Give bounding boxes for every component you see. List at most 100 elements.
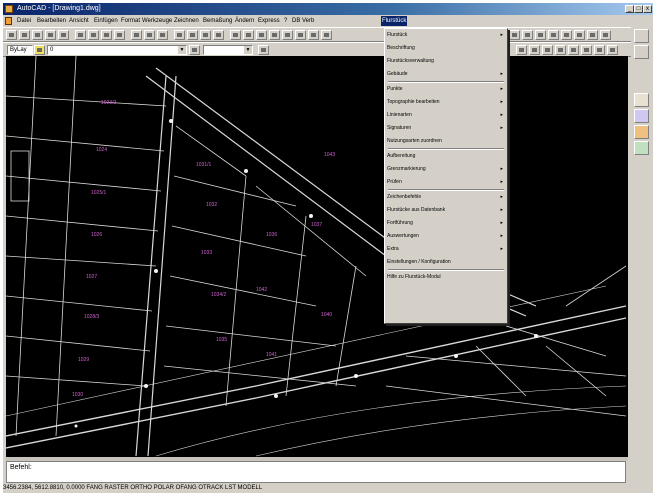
cut-icon[interactable] — [75, 30, 86, 40]
dropdown-item[interactable]: Einstellungen / Konfiguration — [387, 259, 505, 266]
linetype-combo[interactable]: 0 ▼ — [47, 45, 187, 55]
dropdown-item[interactable]: Extra ▸ — [387, 246, 505, 253]
hyperlink-icon[interactable] — [157, 30, 168, 40]
parcel-label: 1030 — [72, 392, 83, 398]
polyline-tool-icon[interactable] — [634, 45, 649, 59]
preview-icon[interactable] — [58, 30, 69, 40]
open-file-icon[interactable] — [19, 30, 30, 40]
redraw-icon[interactable] — [568, 45, 579, 55]
menu-format[interactable]: Format — [120, 16, 141, 26]
tool-palettes-icon[interactable] — [308, 30, 319, 40]
close-button[interactable]: x — [643, 5, 652, 13]
dropdown-item[interactable]: Prüfen ▸ — [387, 179, 505, 186]
menu-datei[interactable]: Datei — [16, 16, 32, 26]
menu-help[interactable]: ? — [283, 16, 288, 26]
area-icon[interactable] — [535, 30, 546, 40]
dropdown-item-label: Signaturen — [387, 125, 412, 131]
list-icon[interactable] — [561, 30, 572, 40]
submenu-arrow-icon: ▸ — [500, 194, 503, 200]
match-properties-icon[interactable] — [114, 30, 125, 40]
pan-realtime-icon[interactable] — [230, 30, 241, 40]
undo-icon[interactable] — [131, 30, 142, 40]
area-icon[interactable] — [594, 45, 605, 55]
dropdown-item[interactable]: Gebäude ▸ — [387, 71, 505, 78]
zoom-window-icon[interactable] — [256, 30, 267, 40]
dropdown-item[interactable]: Flurstücksverwaltung — [387, 58, 505, 65]
submenu-arrow-icon: ▸ — [500, 112, 503, 118]
layer-combo[interactable]: ByLay — [7, 45, 33, 55]
dropdown-item[interactable]: Grenzmarkierung ▸ — [387, 166, 505, 173]
dropdown-item[interactable]: Flurstück ▸ — [387, 32, 505, 39]
menu-bemassung[interactable]: Bemaßung — [202, 16, 233, 26]
copy-icon[interactable] — [88, 30, 99, 40]
print-icon[interactable] — [45, 30, 56, 40]
named-views-icon[interactable] — [200, 30, 211, 40]
zoom-previous-icon[interactable] — [269, 30, 280, 40]
save-icon[interactable] — [32, 30, 43, 40]
attribute-tool-icon[interactable] — [634, 109, 649, 123]
redo-icon[interactable] — [144, 30, 155, 40]
maximize-button[interactable]: □ — [634, 5, 643, 13]
dropdown-item[interactable]: Signaturen ▸ — [387, 125, 505, 132]
table-icon[interactable] — [574, 30, 585, 40]
menu-bearbeiten[interactable]: Bearbeiten — [36, 16, 67, 26]
dropdown-item[interactable]: Flurstücke aus Datenbank ▸ — [387, 207, 505, 214]
menu-aendern[interactable]: Ändern — [234, 16, 255, 26]
menu-db-verb[interactable]: DB Verb — [291, 16, 315, 26]
dropdown-item[interactable]: Topographie bearbeiten ▸ — [387, 99, 505, 106]
color-combo[interactable]: ▼ — [203, 45, 253, 55]
list-icon[interactable] — [607, 45, 618, 55]
parcel-label: 1041 — [266, 352, 277, 358]
block-icon[interactable] — [587, 30, 598, 40]
drawing-canvas[interactable]: 1023/2 1024 1025/1 1026 1027 1028/3 1029 1030 10… — [6, 56, 628, 457]
distance-icon[interactable] — [581, 45, 592, 55]
object-snap-icon[interactable] — [174, 30, 185, 40]
dropdown-item[interactable]: Aufbereitung — [387, 153, 505, 160]
dropdown-item[interactable]: Auswertungen ▸ — [387, 233, 505, 240]
paste-icon[interactable] — [101, 30, 112, 40]
chevron-down-icon[interactable]: ▼ — [244, 46, 252, 54]
xref-icon[interactable] — [600, 30, 611, 40]
layer-tool-icon[interactable] — [634, 93, 649, 107]
chevron-down-icon[interactable]: ▼ — [178, 46, 186, 54]
menu-einfuegen[interactable]: Einfügen — [93, 16, 119, 26]
menu-flurstueck[interactable]: Flurstück — [381, 16, 408, 26]
dropdown-item[interactable]: Beschriftung — [387, 45, 505, 52]
menu-ansicht[interactable]: Ansicht — [68, 16, 90, 26]
dropdown-item[interactable]: Nutzungsarten zuordnen — [387, 138, 505, 145]
new-file-icon[interactable] — [6, 30, 17, 40]
block-tool-icon[interactable] — [634, 125, 649, 139]
minimize-button[interactable]: _ — [625, 5, 634, 13]
hatch-tool-icon[interactable] — [634, 141, 649, 155]
menu-werkzeuge[interactable]: Werkzeuge — [141, 16, 173, 26]
zoom-window-icon[interactable] — [516, 45, 527, 55]
menu-express[interactable]: Express — [257, 16, 281, 26]
dropdown-item[interactable]: Fortführung ▸ — [387, 220, 505, 227]
dropdown-item[interactable]: Linienarten ▸ — [387, 112, 505, 119]
properties-icon[interactable] — [258, 45, 269, 55]
help-icon[interactable] — [321, 30, 332, 40]
dropdown-item[interactable]: Punkte ▸ — [387, 86, 505, 93]
layer-state-icon[interactable] — [34, 45, 45, 55]
dropdown-item[interactable]: Zeichenbefehle ▸ — [387, 194, 505, 201]
osnap-settings-icon[interactable] — [509, 30, 520, 40]
submenu-arrow-icon: ▸ — [500, 220, 503, 226]
zoom-realtime-icon[interactable] — [243, 30, 254, 40]
distance-icon[interactable] — [522, 30, 533, 40]
dropdown-item[interactable]: Hilfe zu Flurstück-Modul — [387, 274, 505, 281]
design-center-icon[interactable] — [295, 30, 306, 40]
make-current-icon[interactable] — [189, 45, 200, 55]
id-point-icon[interactable] — [548, 30, 559, 40]
ucs-icon[interactable] — [187, 30, 198, 40]
status-text: 3456.2384, 5612.8810, 0.0000 FANG RASTER… — [3, 485, 263, 491]
command-line[interactable]: Befehl: — [6, 461, 626, 483]
line-tool-icon[interactable] — [634, 29, 649, 43]
properties-palette-icon[interactable] — [282, 30, 293, 40]
3d-orbit-icon[interactable] — [213, 30, 224, 40]
zoom-previous-icon[interactable] — [529, 45, 540, 55]
menu-zeichnen[interactable]: Zeichnen — [173, 16, 200, 26]
autocad-logo-icon — [5, 5, 13, 13]
pan-icon[interactable] — [555, 45, 566, 55]
zoom-realtime-icon[interactable] — [542, 45, 553, 55]
document-icon[interactable] — [5, 17, 12, 25]
